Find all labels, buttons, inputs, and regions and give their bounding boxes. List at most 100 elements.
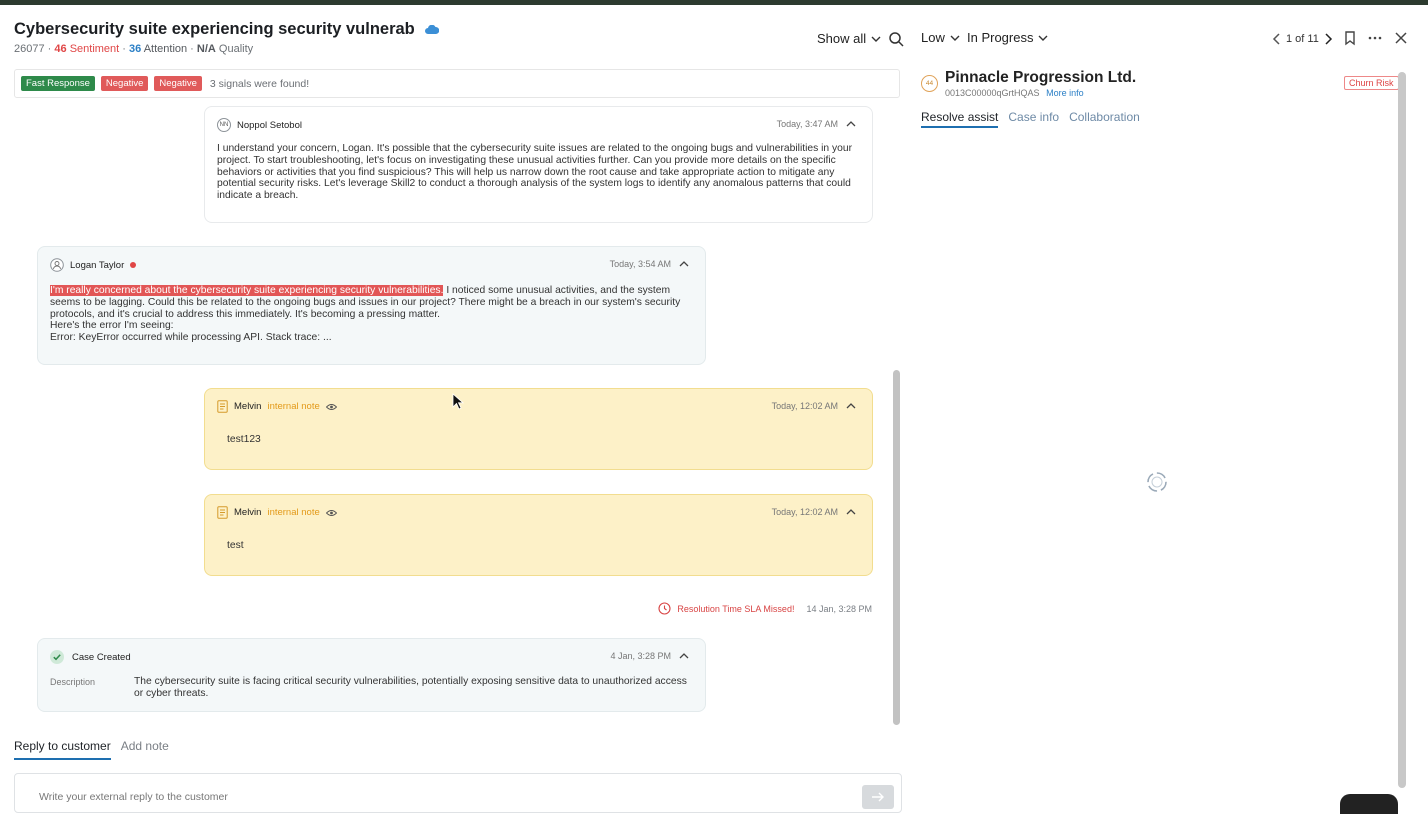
account-name: Pinnacle Progression Ltd. [945,69,1137,86]
chevron-down-icon [871,36,881,42]
top-accent-bar [0,0,1428,5]
mouse-cursor-icon [452,393,464,410]
chevron-up-icon[interactable] [846,402,856,410]
case-title-text: Cybersecurity suite experiencing securit… [14,20,415,38]
priority-label: Low [921,30,945,45]
cloud-icon [425,24,440,34]
check-circle-icon [50,650,64,664]
status-dropdown[interactable]: In Progress [967,30,1049,45]
tab-add-note[interactable]: Add note [121,739,169,760]
message-author: Melvin [234,401,262,412]
note-icon [217,506,228,519]
description-label: Description [50,677,96,687]
message-author: Noppol Setobol [237,119,302,131]
message-author: Logan Taylor [70,259,125,271]
sentiment-label: Sentiment [69,43,120,55]
account-id: 0013C00000qGrtHQAS [945,88,1040,98]
case-title: Cybersecurity suite experiencing securit… [14,20,440,39]
case-created-card: Case Created 4 Jan, 3:28 PM Description … [37,638,706,712]
message-time: Today, 12:02 AM [772,401,856,411]
churn-risk-badge: Churn Risk [1344,76,1399,90]
message-body: test [227,540,244,551]
note-icon [217,400,228,413]
message-author: Melvin [234,507,262,518]
bookmark-icon[interactable] [1342,30,1358,46]
internal-note-card: Melvin internal note Today, 12:02 AM tes… [204,494,873,576]
arrow-right-icon [872,792,884,802]
sla-missed-text: Resolution Time SLA Missed! [677,603,795,614]
chevron-left-icon[interactable] [1270,31,1284,47]
signals-summary: 3 signals were found! [209,77,310,90]
message-time: Today, 12:02 AM [772,507,856,517]
avatar: NN [217,118,231,132]
more-info-link[interactable]: More info [1046,88,1084,98]
show-all-dropdown[interactable]: Show all [817,31,882,46]
reply-tabs: Reply to customer Add note [14,739,169,760]
status-label: In Progress [967,30,1034,45]
eye-icon[interactable] [325,509,337,517]
signal-tag-negative[interactable]: Negative [100,76,149,91]
message-body: I'm really concerned about the cybersecu… [50,285,690,344]
chevron-right-icon[interactable] [1321,31,1335,47]
message-body: test123 [227,434,261,445]
tab-collaboration[interactable]: Collaboration [1069,110,1140,128]
account-id-row: 0013C00000qGrtHQAS More info [945,88,1084,98]
tab-case-info[interactable]: Case info [1008,110,1059,128]
quality-value: N/A [196,43,216,55]
chevron-up-icon[interactable] [679,652,689,660]
message-header: Melvin internal note [217,400,337,413]
reply-input[interactable] [39,791,839,803]
sla-time: 14 Jan, 3:28 PM [806,603,872,614]
agent-message-card: NN Noppol Setobol Today, 3:47 AM I under… [204,106,873,223]
case-created-time: 4 Jan, 3:28 PM [610,651,671,661]
message-time: Today, 3:47 AM [777,119,856,129]
show-all-label: Show all [817,31,867,46]
message-timestamp: Today, 3:47 AM [776,119,838,129]
tab-reply-to-customer[interactable]: Reply to customer [14,739,111,760]
highlighted-text: I'm really concerned about the cybersecu… [50,285,444,296]
case-metrics: 26077 · 46 Sentiment · 36 Attention · N/… [14,43,254,55]
eye-icon[interactable] [325,403,337,411]
sentiment-value: 46 [54,43,67,55]
panel-scrollbar[interactable] [1398,72,1406,788]
message-text-line: Here's the error I'm seeing: [50,320,174,332]
signal-tag-fast-response[interactable]: Fast Response [21,76,95,91]
case-pager: 1 of 11 [1270,31,1335,47]
customer-message-card: Logan Taylor Today, 3:54 AM I'm really c… [37,246,706,365]
tab-resolve-assist[interactable]: Resolve assist [921,110,999,128]
attention-value: 36 [129,43,142,55]
close-icon[interactable] [1393,30,1409,46]
message-time: 4 Jan, 3:28 PM [610,651,689,661]
internal-note-tag: internal note [267,507,320,518]
send-button[interactable] [862,785,894,809]
message-time: Today, 3:54 AM [610,259,689,269]
chevron-down-icon [1038,35,1048,41]
case-description: The cybersecurity suite is facing critic… [134,676,687,699]
error-text-line: Error: KeyError occurred while processin… [50,332,332,344]
message-body: I understand your concern, Logan. It's p… [217,143,853,202]
sla-missed-event: Resolution Time SLA Missed! 14 Jan, 3:28… [658,602,872,615]
message-header: Melvin internal note [217,506,337,519]
chevron-up-icon[interactable] [846,508,856,516]
internal-note-card: Melvin internal note Today, 12:02 AM tes… [204,388,873,470]
user-avatar-icon [50,258,64,272]
chevron-up-icon[interactable] [679,260,689,268]
message-header: NN Noppol Setobol [217,118,302,132]
signals-bar: Fast Response Negative Negative 3 signal… [14,69,900,98]
quality-label: Quality [218,43,254,55]
loading-spinner-icon [1147,472,1167,492]
internal-note-tag: internal note [267,401,320,412]
more-options-icon[interactable] [1367,30,1383,46]
conversation-scrollbar[interactable] [893,370,900,725]
priority-dropdown[interactable]: Low [921,30,961,45]
message-header: Logan Taylor [50,258,137,272]
case-number: 26077 [14,43,45,55]
chevron-up-icon[interactable] [846,120,856,128]
conversation-thread: NN Noppol Setobol Today, 3:47 AM I under… [14,100,890,726]
signal-tag-negative[interactable]: Negative [154,76,202,91]
search-icon[interactable] [888,31,904,47]
account-tabs: Resolve assist Case info Collaboration [921,110,1140,128]
chevron-down-icon [950,35,960,41]
floating-action-button[interactable] [1340,794,1398,814]
attention-label: Attention [143,43,188,55]
